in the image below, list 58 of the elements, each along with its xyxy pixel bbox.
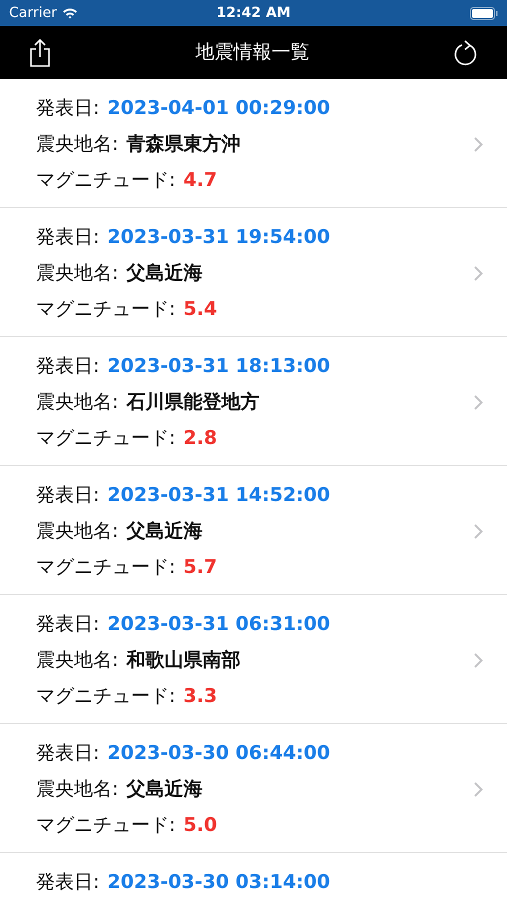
earthquake-row[interactable]: 発表日: 2023-03-31 06:31:00 震央地名: 和歌山県南部 マグニチュード: 3.3 (0, 595, 507, 724)
earthquake-row[interactable]: 発表日: 2023-03-31 19:54:00 震央地名: 父島近海 マグニチュード: 5.4 (0, 208, 507, 337)
date-value: 2023-03-31 19:54:00 (107, 224, 330, 250)
magnitude-label: マグニチュード: (36, 296, 176, 322)
magnitude-value: 4.7 (183, 168, 218, 193)
magnitude-value: 5.0 (183, 812, 218, 838)
place-value: 父島近海 (126, 260, 202, 286)
date-value: 2023-03-31 14:52:00 (107, 482, 330, 508)
place-label: 震央地名: (36, 390, 118, 415)
magnitude-label: マグニチュード: (36, 554, 176, 580)
wifi-icon (62, 7, 78, 19)
place-label: 震央地名: (36, 518, 118, 544)
magnitude-value: 5.4 (183, 296, 218, 322)
chevron-icon (474, 136, 483, 152)
date-label: 発表日: (36, 482, 100, 508)
earthquake-row[interactable]: 発表日: 2023-04-01 00:29:00 震央地名: 青森県東方沖 マグニチュード: 4.7 (0, 79, 507, 208)
chevron-icon (474, 652, 483, 668)
earthquake-row[interactable]: 発表日: 2023-03-31 14:52:00 震央地名: 父島近海 マグニチュード: 5.7 (0, 466, 507, 595)
magnitude-value: 5.7 (183, 554, 218, 580)
date-value: 2023-03-31 18:13:00 (107, 354, 330, 379)
share-icon[interactable] (28, 38, 52, 68)
earthquake-row[interactable]: 発表日: 2023-03-30 03:14:00 (0, 853, 507, 900)
date-label: 発表日: (36, 354, 100, 379)
date-label: 発表日: (36, 870, 100, 895)
chevron-icon (474, 394, 483, 410)
carrier-label: Carrier (9, 4, 57, 22)
date-value: 2023-03-31 06:31:00 (107, 612, 330, 637)
date-label: 発表日: (36, 740, 100, 766)
chevron-icon (474, 524, 483, 538)
date-label: 発表日: (36, 612, 100, 637)
date-label: 発表日: (36, 96, 100, 121)
magnitude-label: マグニチュード: (36, 426, 176, 451)
place-label: 震央地名: (36, 132, 118, 157)
clock: 12:42 AM (216, 4, 291, 22)
refresh-icon[interactable] (453, 38, 479, 66)
screen-title: 地震情報一覧 (196, 40, 310, 66)
magnitude-value: 3.3 (183, 684, 218, 709)
magnitude-label: マグニチュード: (36, 812, 176, 838)
place-label: 震央地名: (36, 260, 118, 286)
magnitude-label: マグニチュード: (36, 168, 176, 193)
place-label: 震央地名: (36, 648, 118, 673)
magnitude-label: マグニチュード: (36, 684, 176, 709)
earthquake-row[interactable]: 発表日: 2023-03-31 18:13:00 震央地名: 石川県能登地方 マグニチュード: 2.8 (0, 337, 507, 466)
place-label: 震央地名: (36, 776, 118, 802)
chevron-icon (474, 266, 483, 280)
place-value: 父島近海 (126, 518, 202, 544)
battery-icon (470, 6, 498, 20)
place-value: 青森県東方沖 (126, 132, 240, 157)
date-value: 2023-03-30 03:14:00 (107, 870, 330, 895)
magnitude-value: 2.8 (183, 426, 218, 451)
date-value: 2023-04-01 00:29:00 (107, 96, 330, 121)
place-value: 石川県能登地方 (126, 390, 260, 415)
chevron-icon (474, 782, 483, 796)
date-label: 発表日: (36, 224, 100, 250)
place-value: 父島近海 (126, 776, 202, 802)
earthquake-row[interactable]: 発表日: 2023-03-30 06:44:00 震央地名: 父島近海 マグニチュード: 5.0 (0, 724, 507, 853)
place-value: 和歌山県南部 (126, 648, 240, 673)
date-value: 2023-03-30 06:44:00 (107, 740, 330, 766)
